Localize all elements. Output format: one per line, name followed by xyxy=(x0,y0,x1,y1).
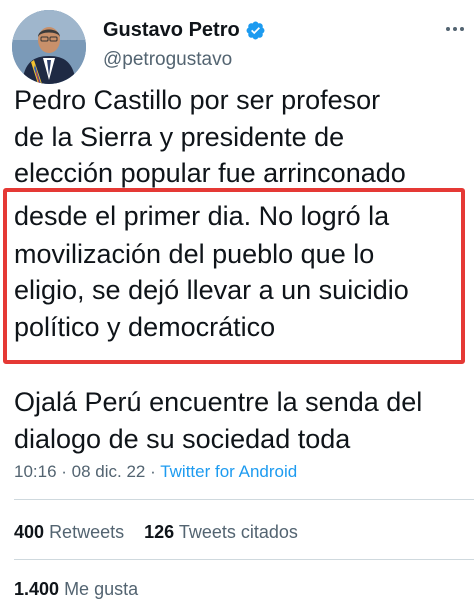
name-row: Gustavo Petro xyxy=(103,18,266,42)
retweets-count: 400 xyxy=(14,522,45,542)
user-handle[interactable]: @petrogustavo xyxy=(103,48,232,72)
retweets-stat[interactable]: 400 Retweets xyxy=(14,522,124,542)
likes-label: Me gusta xyxy=(64,579,139,599)
likes-stats-row: 1.400 Me gusta xyxy=(14,578,138,600)
quotes-stat[interactable]: 126 Tweets citados xyxy=(144,522,298,542)
tweet-text-line-9: dialogo de su sociedad toda xyxy=(14,424,351,454)
avatar-image xyxy=(12,10,86,84)
retweets-label: Retweets xyxy=(49,522,125,542)
quotes-count: 126 xyxy=(144,522,175,542)
tweet-header: Gustavo Petro @petrogustavo xyxy=(0,0,474,86)
meta-separator-2: · xyxy=(145,462,161,481)
tweet-text-line-3: elección popular fue arrinconado xyxy=(14,158,406,188)
divider-2 xyxy=(14,559,474,560)
verified-badge-icon xyxy=(245,20,266,41)
more-options-icon[interactable] xyxy=(440,14,470,44)
divider xyxy=(14,499,474,500)
likes-stat[interactable]: 1.400 Me gusta xyxy=(14,579,138,599)
display-name[interactable]: Gustavo Petro xyxy=(103,18,240,42)
tweet-date[interactable]: 08 dic. 22 xyxy=(72,462,146,481)
tweet-meta: 10:16 · 08 dic. 22 · Twitter for Android xyxy=(14,461,297,483)
tweet-time[interactable]: 10:16 xyxy=(14,462,57,481)
quotes-label: Tweets citados xyxy=(178,522,298,542)
tweet-source-link[interactable]: Twitter for Android xyxy=(160,462,297,481)
retweet-stats-row: 400 Retweets 126 Tweets citados xyxy=(14,521,298,543)
tweet-text-line-2: de la Sierra y presidente de xyxy=(14,122,345,152)
tweet-text-line-1: Pedro Castillo por ser profesor xyxy=(14,85,381,115)
meta-separator: · xyxy=(56,462,72,481)
avatar[interactable] xyxy=(12,10,86,84)
likes-count: 1.400 xyxy=(14,579,60,599)
highlight-annotation-box xyxy=(3,188,465,364)
tweet-text-line-8: Ojalá Perú encuentre la senda del xyxy=(14,387,423,417)
